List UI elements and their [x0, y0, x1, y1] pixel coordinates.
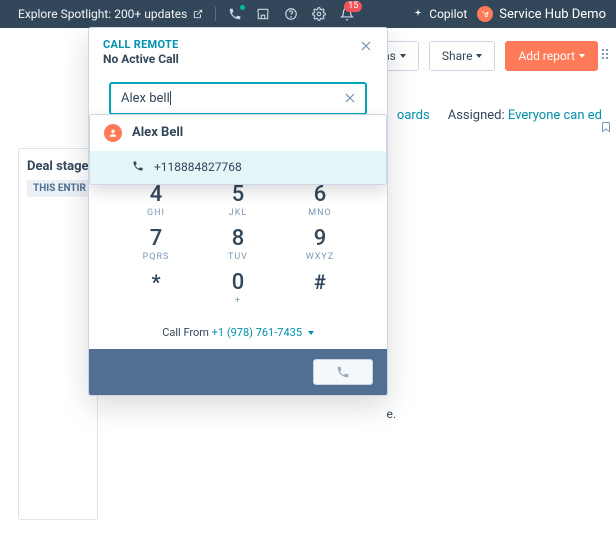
- phone-icon: [336, 365, 350, 379]
- chevron-down-icon: [476, 54, 482, 58]
- start-call-button[interactable]: [313, 359, 373, 385]
- marketplace-nav-button[interactable]: [256, 7, 270, 21]
- add-report-button[interactable]: Add report: [505, 41, 598, 71]
- dial-key-9[interactable]: 9 WXYZ: [290, 226, 350, 262]
- close-call-panel-button[interactable]: [359, 38, 373, 57]
- nav-divider: [215, 7, 216, 21]
- dial-key-0[interactable]: 0 +: [208, 270, 268, 306]
- report-card-title: Deal stage: [27, 159, 89, 174]
- gear-icon: [312, 7, 326, 21]
- filter-chip[interactable]: THIS ENTIR: [27, 180, 92, 197]
- phone-nav-button[interactable]: [228, 7, 242, 21]
- call-from-label: Call From: [162, 326, 211, 339]
- assigned-value[interactable]: Everyone can ed: [508, 108, 602, 123]
- external-link-icon: [193, 9, 203, 19]
- dial-key-7[interactable]: 7 PQRS: [126, 226, 186, 262]
- copilot-button[interactable]: Copilot: [412, 7, 467, 21]
- dropdown-phone-number: +118884827768: [154, 160, 242, 174]
- sparkle-icon: [412, 8, 424, 20]
- store-icon: [256, 7, 270, 21]
- dropdown-contact-name: Alex Bell: [132, 125, 183, 140]
- share-label: Share: [442, 49, 473, 63]
- help-nav-button[interactable]: [284, 7, 298, 21]
- chevron-down-icon: [579, 54, 585, 58]
- call-from-selector[interactable]: Call From +1 (978) 761-7435: [89, 322, 387, 349]
- call-search-wrap: Alex bell Alex Bell +118884827768: [89, 82, 387, 121]
- dial-key-hash[interactable]: #: [290, 270, 350, 306]
- close-icon: [343, 91, 357, 105]
- search-value: Alex bell: [121, 91, 170, 106]
- grip-icon[interactable]: ⠿: [600, 48, 612, 64]
- notifications-nav-button[interactable]: 15: [340, 7, 354, 21]
- report-card: Deal stage THIS ENTIR: [18, 148, 98, 520]
- notification-badge: 15: [344, 1, 362, 12]
- clear-search-button[interactable]: [343, 90, 357, 109]
- stray-text: e.: [386, 407, 396, 421]
- call-search-input[interactable]: Alex bell: [109, 82, 367, 115]
- help-icon: [284, 7, 298, 21]
- call-panel: CALL REMOTE No Active Call Alex bell Ale…: [88, 27, 388, 396]
- share-button[interactable]: Share: [429, 41, 496, 71]
- phone-status-dot: [240, 5, 245, 10]
- dropdown-contact-row[interactable]: Alex Bell: [90, 115, 386, 151]
- dropdown-phone-row[interactable]: +118884827768: [90, 151, 386, 184]
- chevron-down-icon: [308, 331, 314, 335]
- chevron-down-icon: [400, 54, 406, 58]
- contact-avatar-icon: [104, 124, 122, 142]
- hubspot-logo-icon: [477, 6, 493, 22]
- dial-key-5[interactable]: 5 JKL: [208, 182, 268, 218]
- call-from-number: +1 (978) 761-7435: [212, 326, 302, 339]
- dial-key-star[interactable]: *: [126, 270, 186, 306]
- dial-key-4[interactable]: 4 GHI: [126, 182, 186, 218]
- account-name: Service Hub Demo: [499, 7, 606, 22]
- dial-key-6[interactable]: 6 MNO: [290, 182, 350, 218]
- add-report-label: Add report: [518, 49, 575, 63]
- call-panel-header: CALL REMOTE No Active Call: [89, 28, 387, 82]
- top-nav: Explore Spotlight: 200+ updates 15 Copil…: [0, 0, 616, 28]
- call-header-title: CALL REMOTE: [103, 38, 179, 52]
- settings-nav-button[interactable]: [312, 7, 326, 21]
- nav-icon-group: 15: [228, 7, 354, 21]
- call-header-subtitle: No Active Call: [103, 52, 179, 68]
- close-icon: [359, 39, 373, 53]
- call-panel-footer: [89, 349, 387, 395]
- search-dropdown: Alex Bell +118884827768: [89, 114, 387, 185]
- text-cursor: [170, 91, 171, 105]
- account-switcher[interactable]: Service Hub Demo: [477, 6, 606, 22]
- assigned-label: Assigned:: [448, 108, 505, 123]
- dashboard-meta: oards Assigned: Everyone can ed: [397, 108, 602, 123]
- dashboards-link[interactable]: oards: [397, 108, 430, 123]
- copilot-label: Copilot: [429, 7, 467, 21]
- dial-key-8[interactable]: 8 TUV: [208, 226, 268, 262]
- spotlight-text: Explore Spotlight: 200+ updates: [18, 7, 187, 21]
- spotlight-link[interactable]: Explore Spotlight: 200+ updates: [18, 7, 203, 21]
- phone-icon: [132, 160, 144, 175]
